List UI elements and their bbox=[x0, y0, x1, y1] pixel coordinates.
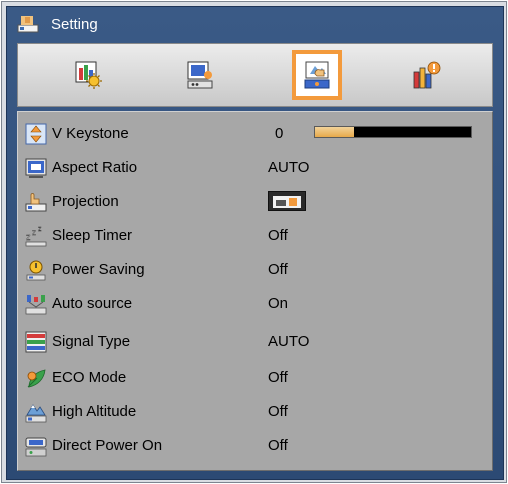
menu-item-label: Direct Power On bbox=[52, 437, 163, 454]
eco-mode-value: Off bbox=[268, 369, 288, 386]
options-settings-icon bbox=[413, 61, 441, 89]
menu-item-high-altitude[interactable]: High Altitude Off bbox=[18, 396, 492, 428]
svg-text:z: z bbox=[26, 232, 31, 242]
v-keystone-slider[interactable] bbox=[314, 126, 472, 138]
tab-display[interactable] bbox=[176, 50, 226, 100]
power-saving-value: Off bbox=[268, 261, 288, 278]
image-settings-icon bbox=[75, 61, 102, 89]
display-settings-icon bbox=[187, 61, 213, 89]
settings-title-icon bbox=[17, 16, 39, 33]
menu-item-label: Projection bbox=[52, 193, 119, 210]
svg-text:z: z bbox=[32, 228, 36, 237]
window-title: Setting bbox=[51, 16, 98, 33]
menu-item-direct-power-on[interactable]: Direct Power On Off bbox=[18, 430, 492, 462]
slider-fill bbox=[315, 127, 354, 137]
signal-type-value: AUTO bbox=[268, 333, 310, 350]
settings-menu-panel: V Keystone 0 Aspect Ratio AUTO Projectio… bbox=[17, 111, 493, 471]
projection-icon bbox=[25, 193, 47, 212]
screen-frame: Setting V Keystone 0 Aspect Ratio AUTO P… bbox=[1, 1, 507, 483]
menu-item-label: Signal Type bbox=[52, 333, 131, 350]
tab-image[interactable] bbox=[64, 50, 114, 100]
sleep-timer-value: Off bbox=[268, 227, 288, 244]
settings-window: Setting V Keystone 0 Aspect Ratio AUTO P… bbox=[6, 6, 504, 480]
menu-item-aspect-ratio[interactable]: Aspect Ratio AUTO bbox=[18, 152, 492, 184]
menu-item-eco-mode[interactable]: ECO Mode Off bbox=[18, 362, 492, 394]
sleep-timer-icon: z z z bbox=[25, 226, 47, 247]
menu-item-label: V Keystone bbox=[52, 125, 129, 142]
menu-item-label: High Altitude bbox=[52, 403, 137, 420]
tab-setup[interactable] bbox=[292, 50, 342, 100]
tab-options[interactable] bbox=[402, 50, 452, 100]
front-projection-icon bbox=[273, 196, 301, 208]
menu-item-label: Auto source bbox=[52, 295, 133, 312]
setup-settings-icon bbox=[304, 61, 330, 89]
projection-mode-button[interactable] bbox=[268, 191, 306, 211]
menu-item-label: Sleep Timer bbox=[52, 227, 133, 244]
svg-text:z: z bbox=[38, 226, 42, 233]
auto-source-icon bbox=[25, 295, 47, 315]
eco-mode-icon bbox=[27, 369, 46, 388]
v-keystone-value: 0 bbox=[275, 125, 284, 142]
high-altitude-icon bbox=[25, 404, 47, 423]
menu-item-power-saving[interactable]: Power Saving Off bbox=[18, 254, 492, 286]
keystone-icon bbox=[25, 123, 47, 145]
menu-item-signal-type[interactable]: Signal Type AUTO bbox=[18, 326, 492, 358]
signal-type-icon bbox=[25, 331, 47, 353]
menu-tab-bar bbox=[17, 43, 493, 107]
menu-item-auto-source[interactable]: Auto source On bbox=[18, 288, 492, 320]
menu-item-label: Power Saving bbox=[52, 261, 145, 278]
direct-power-on-icon bbox=[25, 437, 47, 457]
menu-item-projection[interactable]: Projection bbox=[18, 186, 492, 218]
menu-item-sleep-timer[interactable]: z z z Sleep Timer Off bbox=[18, 220, 492, 252]
menu-item-v-keystone[interactable]: V Keystone 0 bbox=[18, 118, 492, 150]
power-saving-icon bbox=[26, 260, 46, 281]
high-altitude-value: Off bbox=[268, 403, 288, 420]
title-bar: Setting bbox=[7, 7, 503, 41]
menu-item-label: Aspect Ratio bbox=[52, 159, 138, 176]
aspect-ratio-value: AUTO bbox=[268, 159, 310, 176]
menu-item-label: ECO Mode bbox=[52, 369, 127, 386]
aspect-ratio-icon bbox=[25, 158, 47, 178]
auto-source-value: On bbox=[268, 295, 289, 312]
direct-power-on-value: Off bbox=[268, 437, 288, 454]
